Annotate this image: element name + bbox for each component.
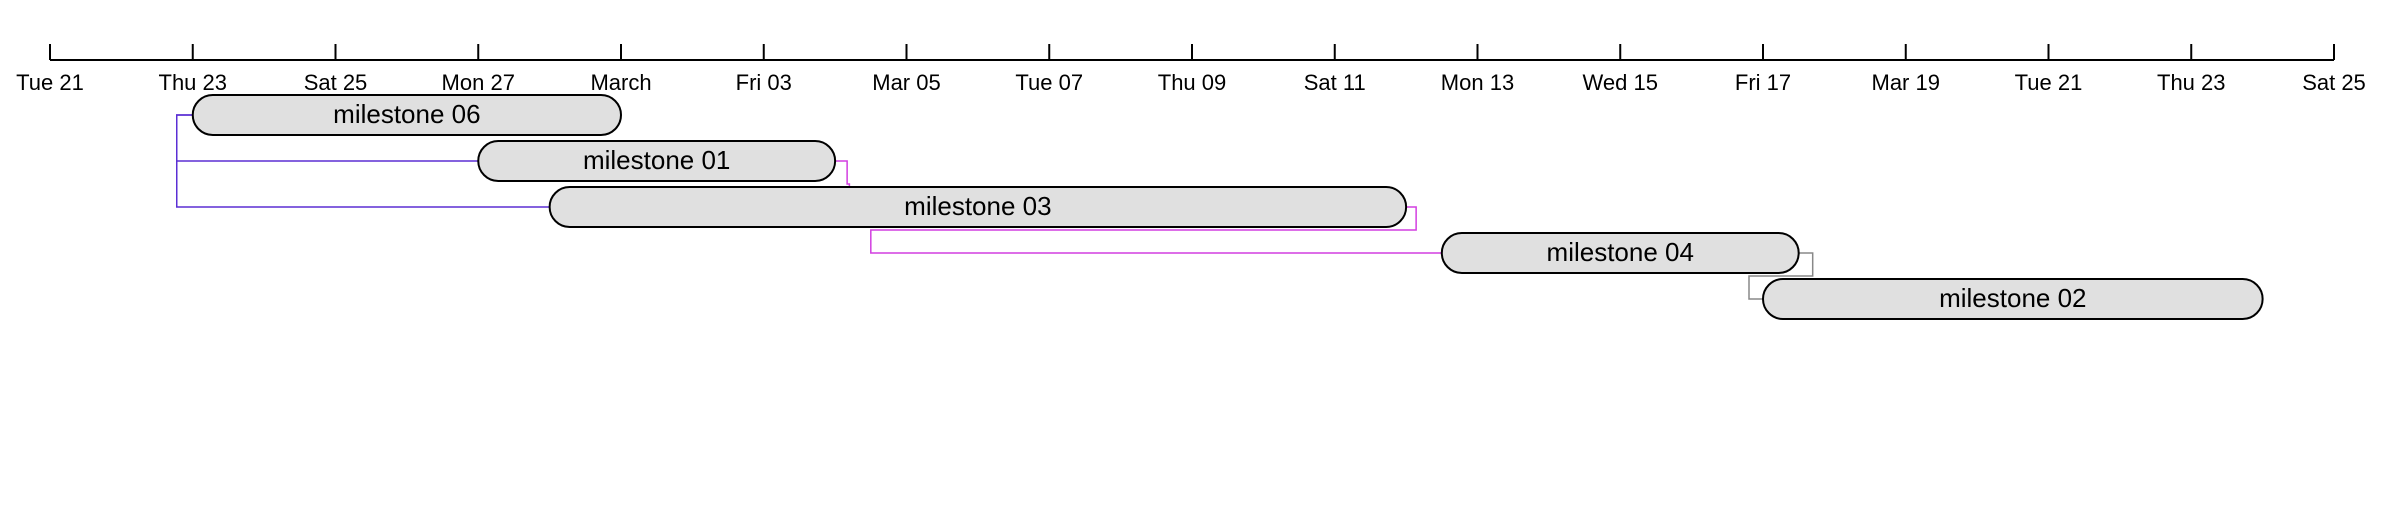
axis-tick-label: Mar 05 [872, 70, 940, 95]
axis-tick-label: Fri 17 [1735, 70, 1791, 95]
axis-tick-label: March [590, 70, 651, 95]
gantt-bar[interactable]: milestone 02 [1763, 279, 2263, 319]
gantt-bar[interactable]: milestone 04 [1442, 233, 1799, 273]
axis-tick-label: Thu 23 [159, 70, 228, 95]
gantt-bar-label: milestone 02 [1939, 283, 2086, 313]
gantt-chart: Tue 21 Thu 23 Sat 25 Mon 27 March Fri 03 Mar 0… [0, 0, 2384, 520]
axis-tick-label: Mon 27 [442, 70, 515, 95]
axis-tick-label: Wed 15 [1583, 70, 1658, 95]
axis-tick-label: Tue 21 [16, 70, 84, 95]
axis-tick-label: Mar 19 [1872, 70, 1940, 95]
gantt-bar-label: milestone 04 [1547, 237, 1694, 267]
time-axis: Tue 21 Thu 23 Sat 25 Mon 27 March Fri 03 Mar 0… [16, 44, 2366, 95]
axis-tick-label: Tue 07 [1015, 70, 1083, 95]
axis-tick-label: Sat 11 [1304, 70, 1366, 95]
axis-tick-label: Mon 13 [1441, 70, 1514, 95]
gantt-bar[interactable]: milestone 06 [193, 95, 621, 135]
gantt-bar-label: milestone 01 [583, 145, 730, 175]
axis-tick-label: Sat 25 [304, 70, 368, 95]
gantt-bar-label: milestone 03 [904, 191, 1051, 221]
axis-tick-label: Fri 03 [736, 70, 792, 95]
axis-tick-label: Sat 25 [2302, 70, 2366, 95]
axis-tick-label: Thu 23 [2157, 70, 2226, 95]
axis-tick-label: Thu 09 [1158, 70, 1227, 95]
gantt-bar-label: milestone 06 [333, 99, 480, 129]
gantt-bar[interactable]: milestone 01 [478, 141, 835, 181]
axis-tick-label: Tue 21 [2015, 70, 2083, 95]
gantt-bar[interactable]: milestone 03 [550, 187, 1407, 227]
